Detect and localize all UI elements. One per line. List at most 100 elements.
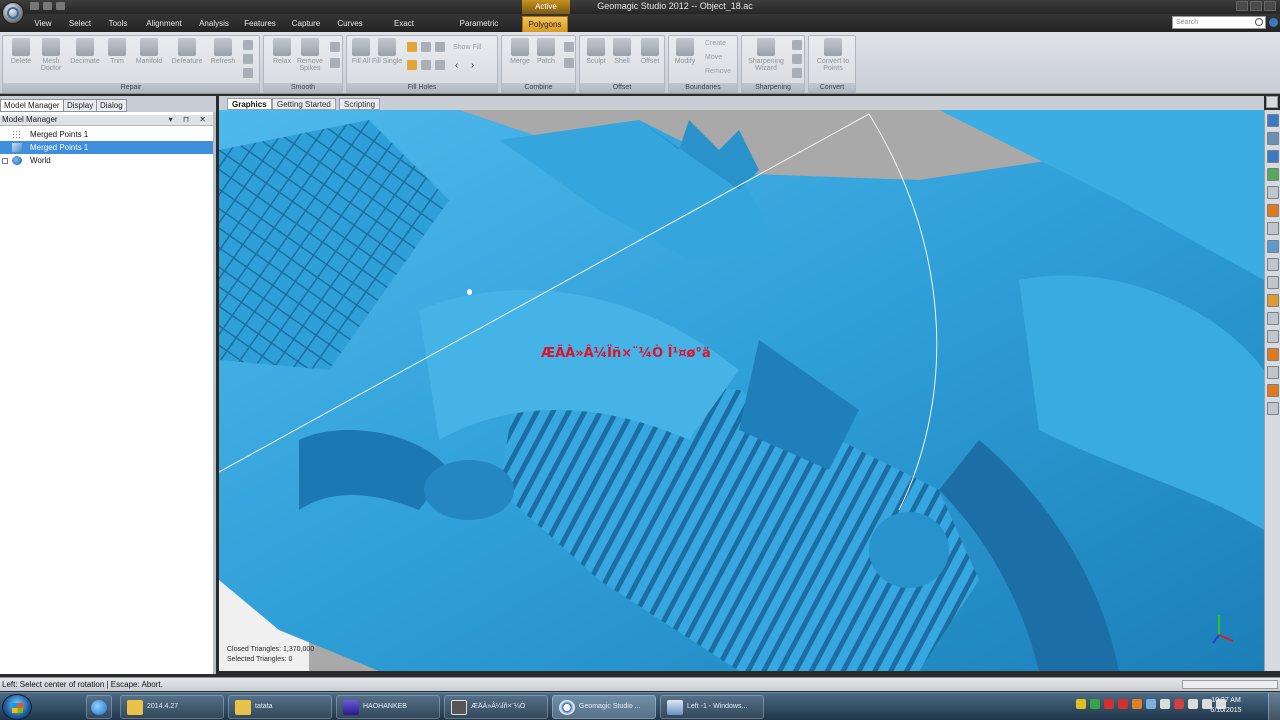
undo-icon[interactable] [43, 2, 52, 10]
panel-header-buttons[interactable]: ▾ ⊓ ✕ [169, 115, 210, 125]
close-button[interactable] [1264, 1, 1276, 11]
section-icon[interactable] [1267, 312, 1279, 325]
smooth-tool-icon[interactable] [330, 58, 340, 68]
tab-tools[interactable]: Tools [106, 16, 130, 32]
redo-icon[interactable] [56, 2, 65, 10]
tab-parametric-surfaces[interactable]: Parametric Surfaces [444, 16, 514, 44]
remove-boundary-button[interactable]: Remove [705, 68, 731, 75]
tab-exact-surfaces[interactable]: Exact Surfaces [378, 16, 430, 44]
texture-icon[interactable] [1267, 384, 1279, 397]
tray-icon[interactable] [1118, 699, 1128, 709]
repair-tool-icon[interactable] [243, 54, 253, 64]
repair-tool-icon[interactable] [243, 40, 253, 50]
taskbar-clock[interactable]: 10:27 AM 6/10/2015 [1198, 696, 1254, 716]
panel-scroll-button[interactable] [1266, 96, 1278, 108]
show-desktop-button[interactable] [1268, 693, 1280, 720]
expand-icon[interactable] [2, 158, 8, 164]
tab-alignment[interactable]: Alignment [144, 16, 184, 32]
move-boundary-button[interactable]: Move [705, 54, 722, 61]
combine-tool-icon[interactable] [564, 42, 574, 52]
search-input[interactable]: Search [1172, 16, 1266, 29]
remove-spikes-button[interactable]: Remove Spikes [292, 38, 328, 72]
create-boundary-button[interactable]: Create [705, 40, 726, 47]
taskbar-item-folder-2014[interactable]: 2014.4.27 [120, 695, 224, 719]
rotate-icon[interactable] [1267, 240, 1279, 253]
defeature-button[interactable]: Defeature [169, 38, 205, 65]
render-icon[interactable] [1267, 294, 1279, 307]
clip-icon[interactable] [1267, 330, 1279, 343]
tab-display[interactable]: Display [63, 99, 98, 112]
view-top-icon[interactable] [1267, 150, 1279, 163]
view-front-icon[interactable] [1267, 114, 1279, 127]
taskbar-item-folder-tatata[interactable]: tatata [228, 695, 332, 719]
tray-icon[interactable] [1132, 699, 1142, 709]
minimize-button[interactable] [1236, 1, 1248, 11]
chevron-right-icon[interactable]: › [471, 60, 474, 71]
bluetooth-icon[interactable] [1146, 699, 1156, 709]
repair-tool-icon[interactable] [243, 68, 253, 78]
color-icon[interactable] [1267, 348, 1279, 361]
fill-tangent-icon[interactable] [421, 42, 431, 52]
tab-curves[interactable]: Curves [336, 16, 364, 32]
tab-capture[interactable]: Capture [290, 16, 322, 32]
ie-quicklaunch-button[interactable] [86, 695, 112, 719]
tab-model-manager[interactable]: Model Manager [0, 99, 64, 112]
manifold-button[interactable]: Manifold [131, 38, 167, 65]
fill-single-button[interactable]: Fill Single [369, 38, 405, 65]
mesh-doctor-button[interactable]: Mesh Doctor [33, 38, 69, 72]
application-menu-button[interactable] [2, 2, 24, 24]
fill-bridge-icon[interactable] [435, 60, 445, 70]
measure-icon[interactable] [1267, 258, 1279, 271]
save-icon[interactable] [30, 2, 39, 10]
tab-polygons[interactable]: Polygons [522, 16, 568, 32]
fill-edge-icon[interactable] [421, 60, 431, 70]
sharpening-tool-icon[interactable] [792, 68, 802, 78]
fit-view-icon[interactable] [1267, 204, 1279, 217]
convert-to-points-button[interactable]: Convert to Points [813, 38, 853, 72]
chevron-left-icon[interactable]: ‹ [455, 60, 458, 71]
refresh-button[interactable]: Refresh [205, 38, 241, 65]
fill-curvature-icon[interactable] [407, 42, 417, 52]
settings-icon[interactable] [1267, 402, 1279, 415]
tray-icon[interactable] [1076, 699, 1086, 709]
tab-analysis[interactable]: Analysis [198, 16, 230, 32]
combine-tool-icon[interactable] [564, 58, 574, 68]
sharpening-tool-icon[interactable] [792, 40, 802, 50]
smooth-tool-icon[interactable] [330, 42, 340, 52]
pan-icon[interactable] [1267, 222, 1279, 235]
view-iso-icon[interactable] [1267, 168, 1279, 181]
zoom-icon[interactable] [1267, 186, 1279, 199]
taskbar-item-haohankeb[interactable]: HAOHANKEB [336, 695, 440, 719]
tree-item-merged-points-selected[interactable]: Merged Points 1 [0, 141, 213, 154]
show-fill-checkbox[interactable]: Show Fill [453, 44, 481, 51]
tab-select[interactable]: Select [68, 16, 92, 32]
view-back-icon[interactable] [1267, 132, 1279, 145]
graphics-viewport[interactable]: ÆÄÀ»Â¼Ïñ×¨¼Ò Î¹¤ø°ä Closed Triangles: 1,… [219, 110, 1264, 671]
fill-complete-icon[interactable] [407, 60, 417, 70]
lighting-icon[interactable] [1267, 276, 1279, 289]
tray-icon[interactable] [1104, 699, 1114, 709]
display-icon[interactable] [1267, 366, 1279, 379]
search-icon[interactable] [1255, 18, 1263, 26]
taskbar-item-recorder[interactable]: ÆÄÀ»Â¼Ïñ×¨¼Ò [444, 695, 548, 719]
patch-button[interactable]: Patch [528, 38, 564, 65]
start-button[interactable] [2, 694, 32, 720]
tree-item-merged-points[interactable]: Merged Points 1 [0, 128, 213, 141]
decimate-button[interactable]: Decimate [67, 38, 103, 65]
sharpening-tool-icon[interactable] [792, 54, 802, 64]
taskbar-item-windows[interactable]: Left -1 - Windows... [660, 695, 764, 719]
taskbar-item-geomagic[interactable]: Geomagic Studio ... [552, 695, 656, 719]
tab-view[interactable]: View [32, 16, 54, 32]
tab-features[interactable]: Features [244, 16, 276, 32]
tray-icon[interactable] [1090, 699, 1100, 709]
network-icon[interactable] [1160, 699, 1170, 709]
flag-icon[interactable] [1188, 699, 1198, 709]
tray-icon[interactable] [1174, 699, 1184, 709]
sharpening-wizard-button[interactable]: Sharpening Wizard [744, 38, 788, 72]
tab-graphics[interactable]: Graphics [227, 98, 272, 110]
offset-button[interactable]: Offset [632, 38, 668, 65]
trim-button[interactable]: Trim [99, 38, 135, 65]
help-icon[interactable] [1269, 18, 1278, 27]
tab-scripting[interactable]: Scripting [339, 98, 381, 110]
tab-getting-started[interactable]: Getting Started [272, 98, 336, 110]
